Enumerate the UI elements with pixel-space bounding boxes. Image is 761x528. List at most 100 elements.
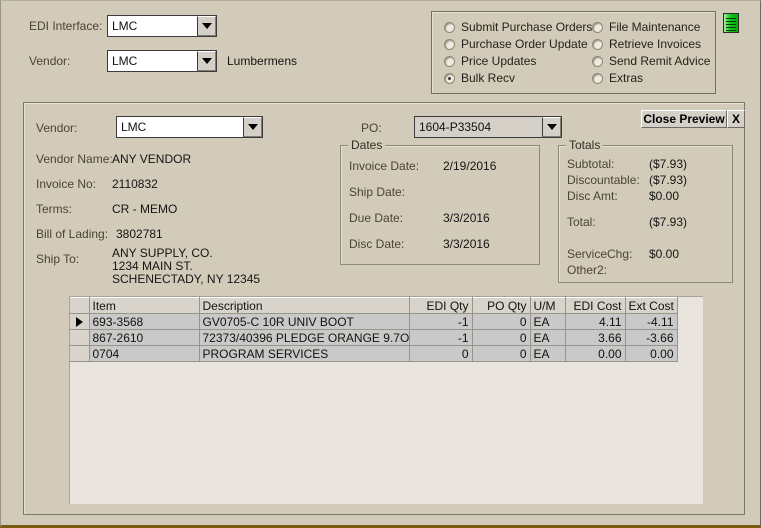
cell-edi-qty[interactable]: 0 bbox=[409, 345, 473, 362]
cell-ext-cost[interactable]: 0.00 bbox=[625, 345, 678, 362]
radio-price-updates[interactable]: Price Updates bbox=[444, 54, 536, 68]
radio-icon[interactable] bbox=[592, 21, 603, 33]
row-selector[interactable] bbox=[70, 345, 90, 362]
column-header-edi-cost[interactable]: EDI Cost bbox=[565, 297, 626, 314]
cell-um[interactable]: EA bbox=[530, 313, 566, 330]
vendor-combo[interactable]: LMC bbox=[107, 50, 217, 72]
radio-label: Extras bbox=[609, 71, 644, 85]
table-row[interactable]: 693-3568 GV0705-C 10R UNIV BOOT -1 0 EA … bbox=[70, 313, 678, 330]
chevron-down-icon bbox=[201, 23, 212, 29]
cell-description[interactable]: 72373/40396 PLEDGE ORANGE 9.7O bbox=[199, 329, 410, 346]
cell-ext-cost[interactable]: -4.11 bbox=[625, 313, 678, 330]
service-charge-value: $0.00 bbox=[649, 247, 680, 261]
radio-label: File Maintenance bbox=[609, 20, 701, 34]
cell-item[interactable]: 693-3568 bbox=[89, 313, 200, 330]
edi-interface-combo-value: LMC bbox=[112, 19, 138, 33]
radio-file-maintenance[interactable]: File Maintenance bbox=[592, 20, 700, 34]
radio-icon[interactable] bbox=[444, 55, 455, 67]
po-label: PO: bbox=[361, 121, 382, 135]
radio-retrieve-invoices[interactable]: Retrieve Invoices bbox=[592, 37, 701, 51]
radio-send-remit-advice[interactable]: Send Remit Advice bbox=[592, 54, 710, 68]
cell-edi-cost[interactable]: 0.00 bbox=[565, 345, 626, 362]
radio-purchase-order-update[interactable]: Purchase Order Update bbox=[444, 37, 588, 51]
cell-um[interactable]: EA bbox=[530, 329, 566, 346]
radio-label: Bulk Recv bbox=[461, 71, 516, 85]
radio-icon[interactable] bbox=[444, 38, 455, 50]
radio-icon[interactable] bbox=[592, 72, 603, 84]
due-date-label: Due Date: bbox=[349, 211, 404, 225]
radio-bulk-recv[interactable]: Bulk Recv bbox=[444, 71, 515, 85]
column-header-po-qty[interactable]: PO Qty bbox=[472, 297, 531, 314]
vendor-combo-value: LMC bbox=[112, 54, 138, 68]
row-selector[interactable] bbox=[70, 329, 90, 346]
po-combo[interactable]: 1604-P33504 bbox=[414, 116, 562, 138]
radio-icon-selected[interactable] bbox=[444, 72, 455, 84]
cell-edi-qty[interactable]: -1 bbox=[409, 313, 473, 330]
radio-extras[interactable]: Extras bbox=[592, 71, 643, 85]
cell-edi-cost[interactable]: 4.11 bbox=[565, 313, 626, 330]
column-header-edi-qty[interactable]: EDI Qty bbox=[409, 297, 473, 314]
close-button[interactable]: X bbox=[727, 110, 745, 128]
bill-of-lading-value: 3802781 bbox=[116, 227, 163, 241]
cell-edi-cost[interactable]: 3.66 bbox=[565, 329, 626, 346]
cell-description[interactable]: PROGRAM SERVICES bbox=[199, 345, 410, 362]
table-row[interactable]: 0704 PROGRAM SERVICES 0 0 EA 0.00 0.00 bbox=[70, 345, 678, 362]
invoice-preview-panel: Vendor: LMC PO: 1604-P33504 Close Previe… bbox=[23, 102, 745, 515]
po-combo-value: 1604-P33504 bbox=[419, 120, 492, 134]
vendor-name-label: Vendor Name: bbox=[36, 152, 113, 166]
radio-icon[interactable] bbox=[592, 38, 603, 50]
cell-edi-qty[interactable]: -1 bbox=[409, 329, 473, 346]
disc-date-label: Disc Date: bbox=[349, 237, 405, 251]
edi-interface-combo-button[interactable] bbox=[197, 16, 216, 36]
service-charge-label: ServiceChg: bbox=[567, 247, 633, 261]
line-items-grid[interactable]: Item Description EDI Qty PO Qty U/M EDI … bbox=[69, 296, 703, 504]
other2-label: Other2: bbox=[567, 263, 608, 277]
table-header-row: Item Description EDI Qty PO Qty U/M EDI … bbox=[70, 297, 678, 314]
table-row[interactable]: 867-2610 72373/40396 PLEDGE ORANGE 9.7O … bbox=[70, 329, 678, 346]
ship-to-line-1: ANY SUPPLY, CO. bbox=[112, 246, 213, 260]
dates-group: Dates Invoice Date: 2/19/2016 Ship Date:… bbox=[340, 138, 540, 265]
cell-po-qty[interactable]: 0 bbox=[472, 329, 531, 346]
cell-item[interactable]: 867-2610 bbox=[89, 329, 200, 346]
line-items-table: Item Description EDI Qty PO Qty U/M EDI … bbox=[70, 297, 678, 362]
application-window: EDI Interface: LMC Vendor: LMC Lumbermen… bbox=[0, 0, 761, 528]
column-header-ext-cost[interactable]: Ext Cost bbox=[625, 297, 678, 314]
po-combo-button[interactable] bbox=[542, 117, 561, 137]
vendor-label: Vendor: bbox=[29, 54, 71, 68]
radio-icon[interactable] bbox=[444, 21, 455, 33]
column-header-um[interactable]: U/M bbox=[530, 297, 566, 314]
vendor-combo-button[interactable] bbox=[197, 51, 216, 71]
radio-label: Purchase Order Update bbox=[461, 37, 588, 51]
subtotal-value: ($7.93) bbox=[649, 157, 688, 171]
edi-interface-label: EDI Interface: bbox=[29, 19, 103, 33]
ship-date-label: Ship Date: bbox=[349, 185, 406, 199]
close-preview-button[interactable]: Close Preview bbox=[641, 110, 727, 128]
row-selector-header bbox=[70, 297, 90, 314]
vendor-display-name: Lumbermens bbox=[227, 54, 298, 68]
preview-vendor-combo[interactable]: LMC bbox=[116, 116, 263, 138]
cell-um[interactable]: EA bbox=[530, 345, 566, 362]
green-list-icon[interactable] bbox=[723, 13, 739, 33]
chevron-down-icon bbox=[201, 58, 212, 64]
cell-po-qty[interactable]: 0 bbox=[472, 313, 531, 330]
edi-interface-combo[interactable]: LMC bbox=[107, 15, 217, 37]
preview-vendor-combo-button[interactable] bbox=[243, 117, 262, 137]
cell-po-qty[interactable]: 0 bbox=[472, 345, 531, 362]
cell-item[interactable]: 0704 bbox=[89, 345, 200, 362]
column-header-item[interactable]: Item bbox=[89, 297, 200, 314]
radio-icon[interactable] bbox=[592, 55, 603, 67]
radio-submit-purchase-orders[interactable]: Submit Purchase Orders bbox=[444, 20, 592, 34]
total-label: Total: bbox=[567, 215, 596, 229]
disc-amt-label: Disc Amt: bbox=[567, 189, 618, 203]
ship-to-line-3: SCHENECTADY, NY 12345 bbox=[112, 272, 261, 286]
vendor-name-value: ANY VENDOR bbox=[112, 152, 192, 166]
cell-description[interactable]: GV0705-C 10R UNIV BOOT bbox=[199, 313, 410, 330]
chevron-down-icon bbox=[546, 124, 557, 130]
radio-label: Retrieve Invoices bbox=[609, 37, 702, 51]
column-header-description[interactable]: Description bbox=[199, 297, 410, 314]
cell-ext-cost[interactable]: -3.66 bbox=[625, 329, 678, 346]
row-selector[interactable] bbox=[70, 313, 90, 330]
due-date-value: 3/3/2016 bbox=[443, 211, 490, 225]
terms-value: CR - MEMO bbox=[112, 202, 178, 216]
invoice-date-value: 2/19/2016 bbox=[443, 159, 497, 173]
